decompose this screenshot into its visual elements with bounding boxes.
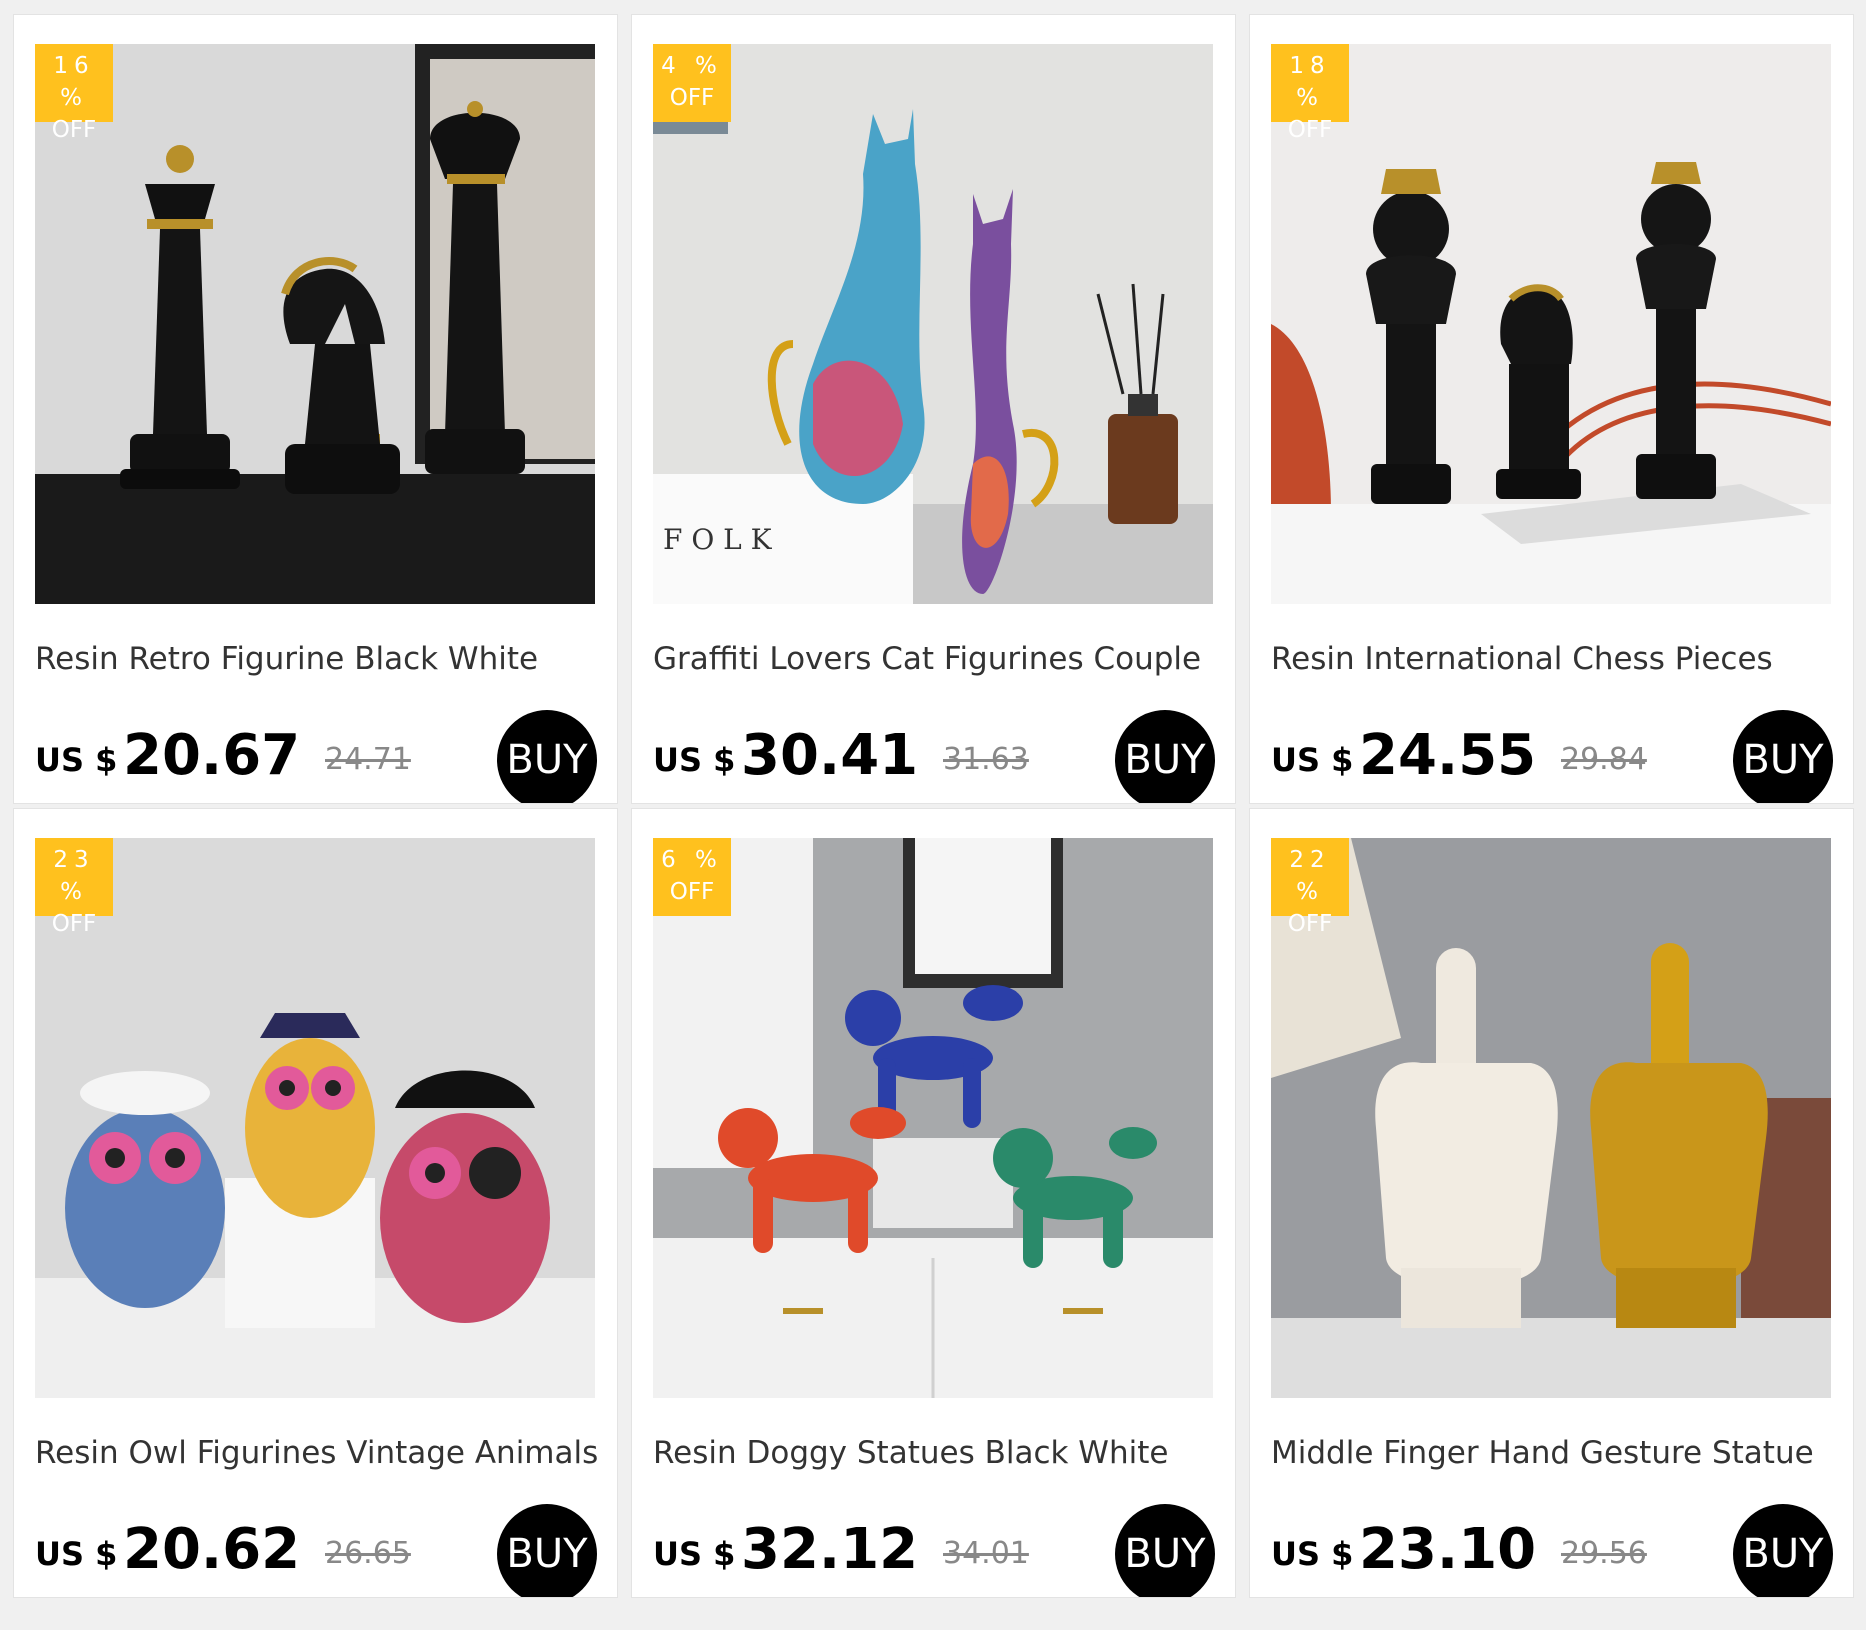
original-price: 24.71 bbox=[325, 742, 411, 777]
product-image[interactable]: 16 % OFF bbox=[35, 44, 595, 604]
discount-badge: 18 % OFF bbox=[1271, 44, 1349, 143]
current-price: 20.62 bbox=[123, 1517, 301, 1582]
discount-off-label: OFF bbox=[51, 911, 97, 937]
buy-button[interactable]: BUY bbox=[1115, 1504, 1215, 1597]
original-price: 34.01 bbox=[943, 1536, 1029, 1571]
discount-off-label: OFF bbox=[1287, 911, 1333, 937]
discount-badge: 4 % OFF bbox=[653, 44, 731, 122]
current-price: 23.10 bbox=[1359, 1517, 1537, 1582]
discount-off-label: OFF bbox=[51, 117, 97, 143]
original-price: 31.63 bbox=[943, 742, 1029, 777]
svg-text:F O L K: F O L K bbox=[663, 523, 773, 556]
product-title[interactable]: Graffiti Lovers Cat Figurines Couple bbox=[653, 641, 1223, 677]
product-card[interactable]: F O L K 4 % OFF Graffiti Lovers Cat Figu… bbox=[631, 14, 1236, 804]
product-image[interactable]: 18 % OFF bbox=[1271, 44, 1831, 604]
chess-pieces-image bbox=[35, 44, 595, 604]
currency-label: US $ bbox=[653, 1535, 736, 1573]
currency-label: US $ bbox=[1271, 1535, 1354, 1573]
current-price: 20.67 bbox=[123, 723, 301, 788]
discount-badge: 6 % OFF bbox=[653, 838, 731, 916]
product-card[interactable]: 16 % OFF Resin Retro Figurine Black Whit… bbox=[13, 14, 618, 804]
product-card[interactable]: 23 % OFF Resin Owl Figurines Vintage Ani… bbox=[13, 808, 618, 1598]
product-image[interactable]: 22 % OFF bbox=[1271, 838, 1831, 1398]
buy-button[interactable]: BUY bbox=[1115, 710, 1215, 803]
discount-percent: 16 % bbox=[53, 53, 95, 111]
product-card[interactable]: 6 % OFF Resin Doggy Statues Black White … bbox=[631, 808, 1236, 1598]
buy-button[interactable]: BUY bbox=[1733, 710, 1833, 803]
hand-gesture-image bbox=[1271, 838, 1831, 1398]
price-row: US $ 23.10 29.56 BUY bbox=[1271, 1504, 1841, 1597]
current-price: 32.12 bbox=[741, 1517, 919, 1582]
discount-badge: 16 % OFF bbox=[35, 44, 113, 143]
price-row: US $ 32.12 34.01 BUY bbox=[653, 1504, 1223, 1597]
discount-percent: 4 % bbox=[661, 53, 723, 79]
product-title[interactable]: Resin Retro Figurine Black White bbox=[35, 641, 605, 677]
product-image[interactable]: 23 % OFF bbox=[35, 838, 595, 1398]
owl-figurines-image bbox=[35, 838, 595, 1398]
product-image[interactable]: F O L K 4 % OFF bbox=[653, 44, 1213, 604]
balloon-dogs-image bbox=[653, 838, 1213, 1398]
discount-off-label: OFF bbox=[1287, 117, 1333, 143]
discount-off-label: OFF bbox=[669, 85, 715, 111]
original-price: 29.84 bbox=[1561, 742, 1647, 777]
currency-label: US $ bbox=[35, 741, 118, 779]
discount-badge: 22 % OFF bbox=[1271, 838, 1349, 937]
currency-label: US $ bbox=[653, 741, 736, 779]
product-title[interactable]: Resin International Chess Pieces bbox=[1271, 641, 1841, 677]
price-row: US $ 20.62 26.65 BUY bbox=[35, 1504, 605, 1597]
product-title[interactable]: Resin Doggy Statues Black White bbox=[653, 1435, 1223, 1471]
price-row: US $ 30.41 31.63 BUY bbox=[653, 710, 1223, 803]
buy-button[interactable]: BUY bbox=[497, 710, 597, 803]
original-price: 29.56 bbox=[1561, 1536, 1647, 1571]
buy-button[interactable]: BUY bbox=[1733, 1504, 1833, 1597]
currency-label: US $ bbox=[35, 1535, 118, 1573]
discount-percent: 6 % bbox=[661, 847, 723, 873]
currency-label: US $ bbox=[1271, 741, 1354, 779]
current-price: 30.41 bbox=[741, 723, 919, 788]
buy-button[interactable]: BUY bbox=[497, 1504, 597, 1597]
discount-percent: 23 % bbox=[53, 847, 95, 905]
chess-busts-image bbox=[1271, 44, 1831, 604]
product-title[interactable]: Resin Owl Figurines Vintage Animals bbox=[35, 1435, 605, 1471]
product-grid: 16 % OFF Resin Retro Figurine Black Whit… bbox=[13, 14, 1855, 1598]
original-price: 26.65 bbox=[325, 1536, 411, 1571]
discount-percent: 22 % bbox=[1289, 847, 1331, 905]
product-card[interactable]: 22 % OFF Middle Finger Hand Gesture Stat… bbox=[1249, 808, 1854, 1598]
price-row: US $ 20.67 24.71 BUY bbox=[35, 710, 605, 803]
product-image[interactable]: 6 % OFF bbox=[653, 838, 1213, 1398]
graffiti-cats-image: F O L K bbox=[653, 44, 1213, 604]
product-title[interactable]: Middle Finger Hand Gesture Statue bbox=[1271, 1435, 1841, 1471]
discount-off-label: OFF bbox=[669, 879, 715, 905]
discount-badge: 23 % OFF bbox=[35, 838, 113, 937]
discount-percent: 18 % bbox=[1289, 53, 1331, 111]
product-card[interactable]: 18 % OFF Resin International Chess Piece… bbox=[1249, 14, 1854, 804]
price-row: US $ 24.55 29.84 BUY bbox=[1271, 710, 1841, 803]
current-price: 24.55 bbox=[1359, 723, 1537, 788]
